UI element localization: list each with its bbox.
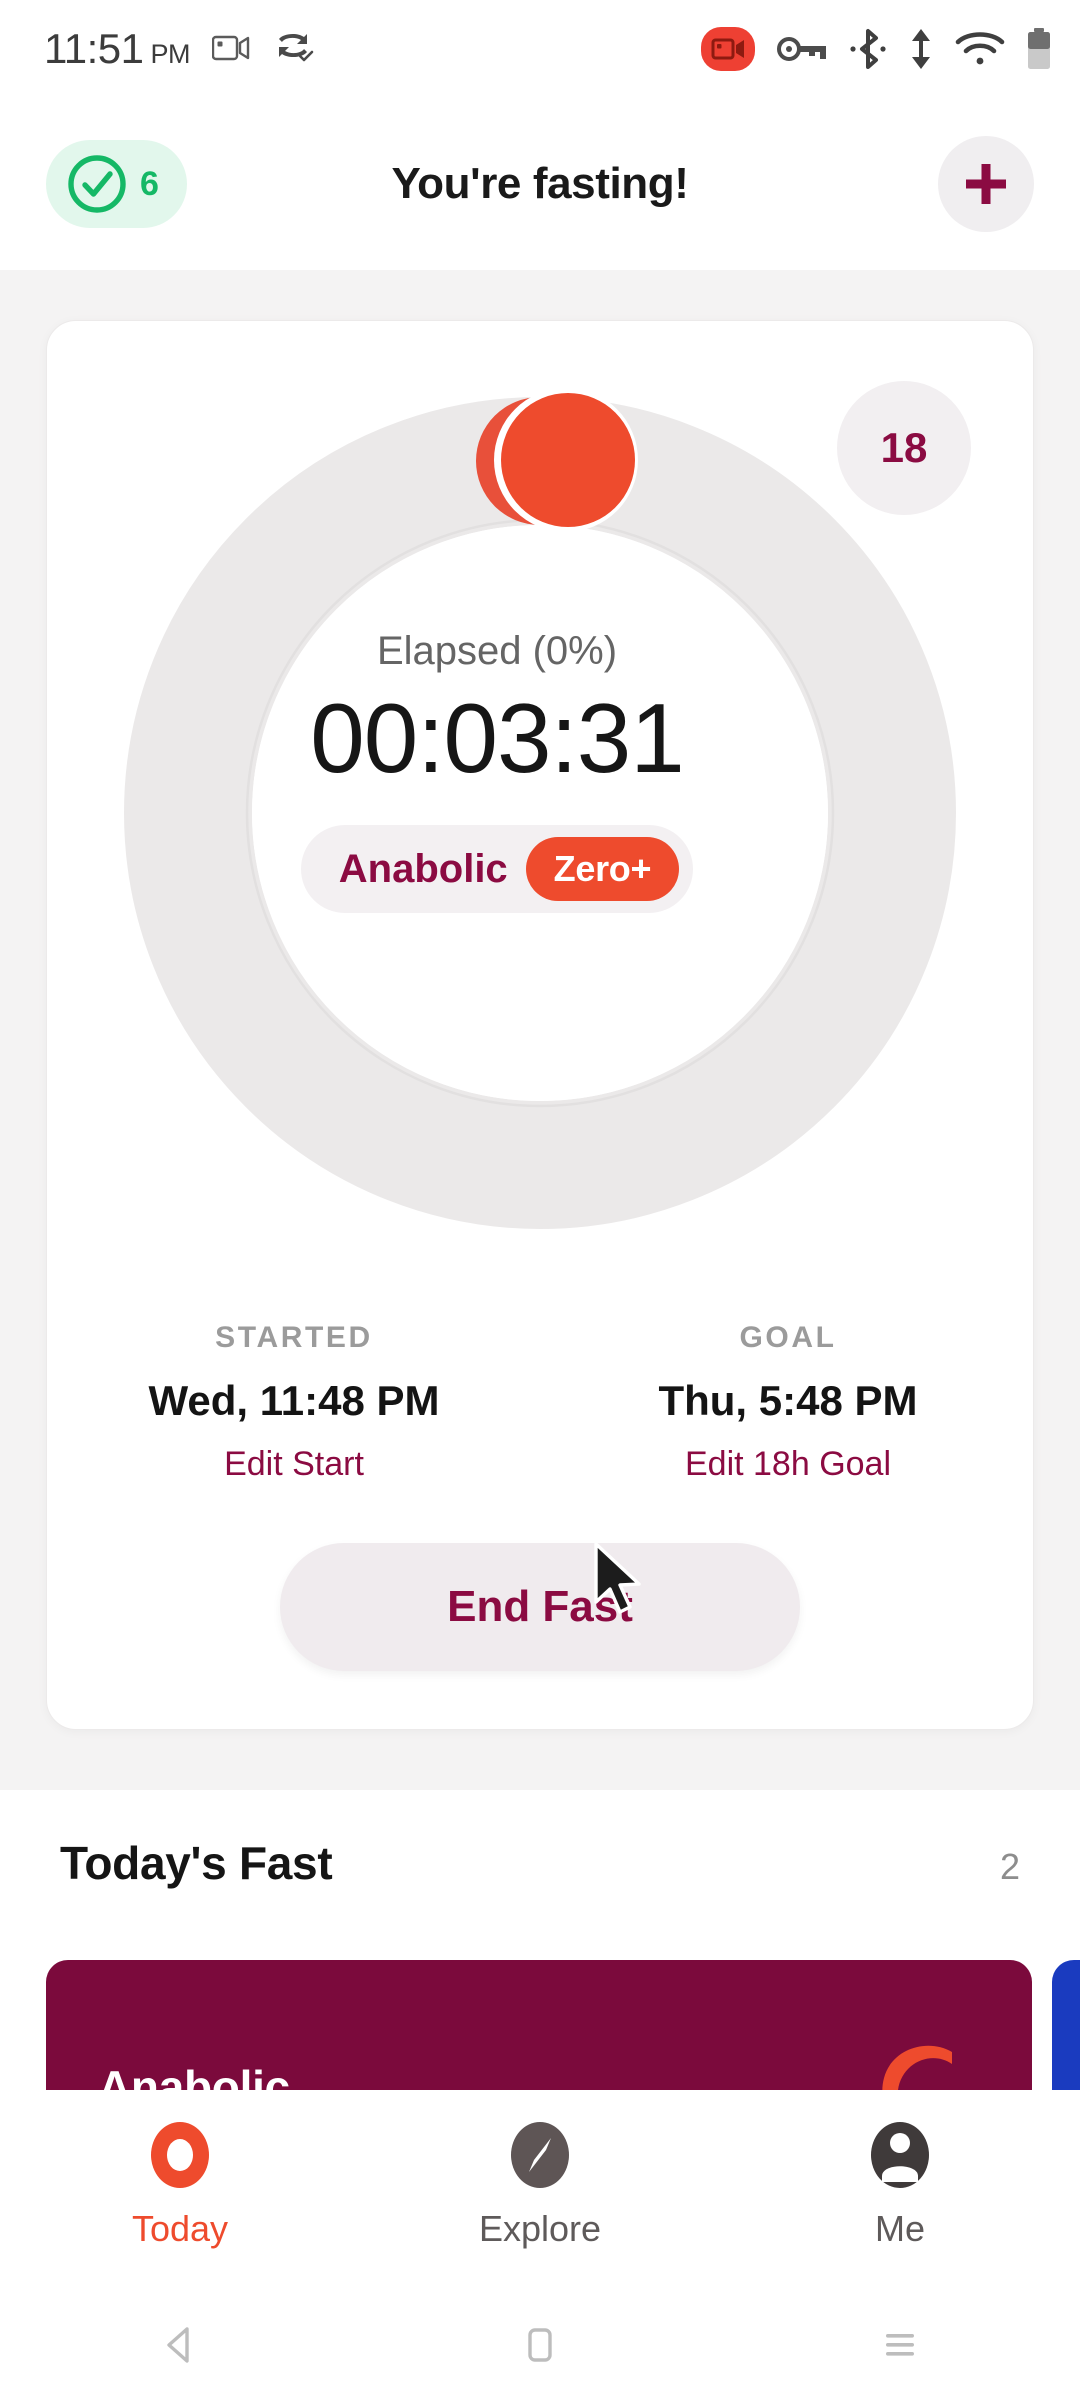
nav-label-explore: Explore: [478, 2208, 602, 2249]
fast-stats-row: STARTED Wed, 11:48 PM Edit Start GOAL Th…: [47, 1321, 1035, 1484]
zero-plus-badge: Zero+: [525, 837, 680, 902]
nav-item-explore[interactable]: Explore: [360, 2116, 720, 2250]
android-home-button[interactable]: [360, 2321, 720, 2369]
compass-icon: [511, 2122, 569, 2188]
app-header: 6 You're fasting!: [0, 98, 1080, 270]
status-left-icons: [212, 30, 314, 69]
nav-item-me[interactable]: Me: [720, 2116, 1080, 2250]
video-call-icon: [212, 35, 250, 61]
end-fast-button[interactable]: End Fast: [280, 1543, 800, 1671]
edit-start-link[interactable]: Edit Start: [47, 1445, 541, 1484]
edge-sync-icon: [279, 33, 314, 62]
status-bar-left: 11:51 PM: [44, 25, 314, 73]
goal-value: Thu, 5:48 PM: [658, 1377, 918, 1424]
started-title: STARTED: [215, 1321, 373, 1354]
bottom-navigation: Today Explore Me: [0, 2090, 1080, 2290]
status-clock: 11:51 PM: [44, 25, 190, 73]
started-value: Wed, 11:48 PM: [148, 1377, 440, 1424]
goal-column: GOAL Thu, 5:48 PM Edit 18h Goal: [541, 1321, 1035, 1484]
android-recents-button[interactable]: [720, 2321, 1080, 2369]
vpn-key-icon: [777, 37, 826, 61]
battery-icon: [1028, 28, 1050, 69]
screen-record-icon: [701, 27, 755, 71]
check-circle-icon: [68, 155, 126, 213]
streak-badge[interactable]: 6: [46, 140, 187, 228]
home-square-icon: [528, 2328, 552, 2362]
fasting-timer-card: 18 Elapsed (0%) 00:03:31 Anabolic Zero+ …: [46, 320, 1034, 1730]
timer-readout: Elapsed (0%) 00:03:31 Anabolic Zero+: [47, 321, 947, 1221]
clock-time: 11:51: [44, 25, 144, 72]
plus-icon: [966, 164, 1006, 204]
add-fast-button[interactable]: [938, 136, 1034, 232]
android-navigation-bar: [0, 2290, 1080, 2400]
edit-goal-link[interactable]: Edit 18h Goal: [541, 1445, 1035, 1484]
clock-ampm: PM: [150, 39, 191, 69]
elapsed-label: Elapsed (0%): [376, 628, 618, 673]
todays-fast-header: Today's Fast 2: [0, 1790, 1080, 1890]
data-transfer-icon: [912, 29, 930, 69]
todays-fast-count: 2: [999, 1846, 1020, 1887]
bluetooth-icon: [850, 29, 886, 69]
elapsed-time: 00:03:31: [310, 682, 684, 793]
status-bar: 11:51 PM: [0, 0, 1080, 98]
nav-label-me: Me: [874, 2208, 925, 2249]
nav-label-today: Today: [131, 2208, 229, 2249]
stage-name: Anabolic: [338, 846, 508, 891]
ring-icon: [151, 2122, 209, 2188]
started-column: STARTED Wed, 11:48 PM Edit Start: [47, 1321, 541, 1484]
todays-fast-title: Today's Fast: [60, 1837, 333, 1889]
streak-count: 6: [140, 164, 159, 203]
wifi-icon: [955, 32, 1005, 65]
back-triangle-icon: [167, 2327, 189, 2363]
recents-lines-icon: [886, 2334, 914, 2356]
nav-item-today[interactable]: Today: [0, 2116, 360, 2250]
person-icon: [871, 2122, 929, 2188]
goal-hours-badge[interactable]: 18: [837, 381, 971, 515]
goal-title: GOAL: [739, 1321, 837, 1354]
app-screen: 11:51 PM 6 You're fasting! 18 Elapsed (0…: [0, 0, 1080, 2400]
status-bar-right: [701, 27, 1052, 71]
fasting-stage-pill[interactable]: Anabolic Zero+: [300, 825, 694, 914]
android-back-button[interactable]: [0, 2321, 360, 2369]
